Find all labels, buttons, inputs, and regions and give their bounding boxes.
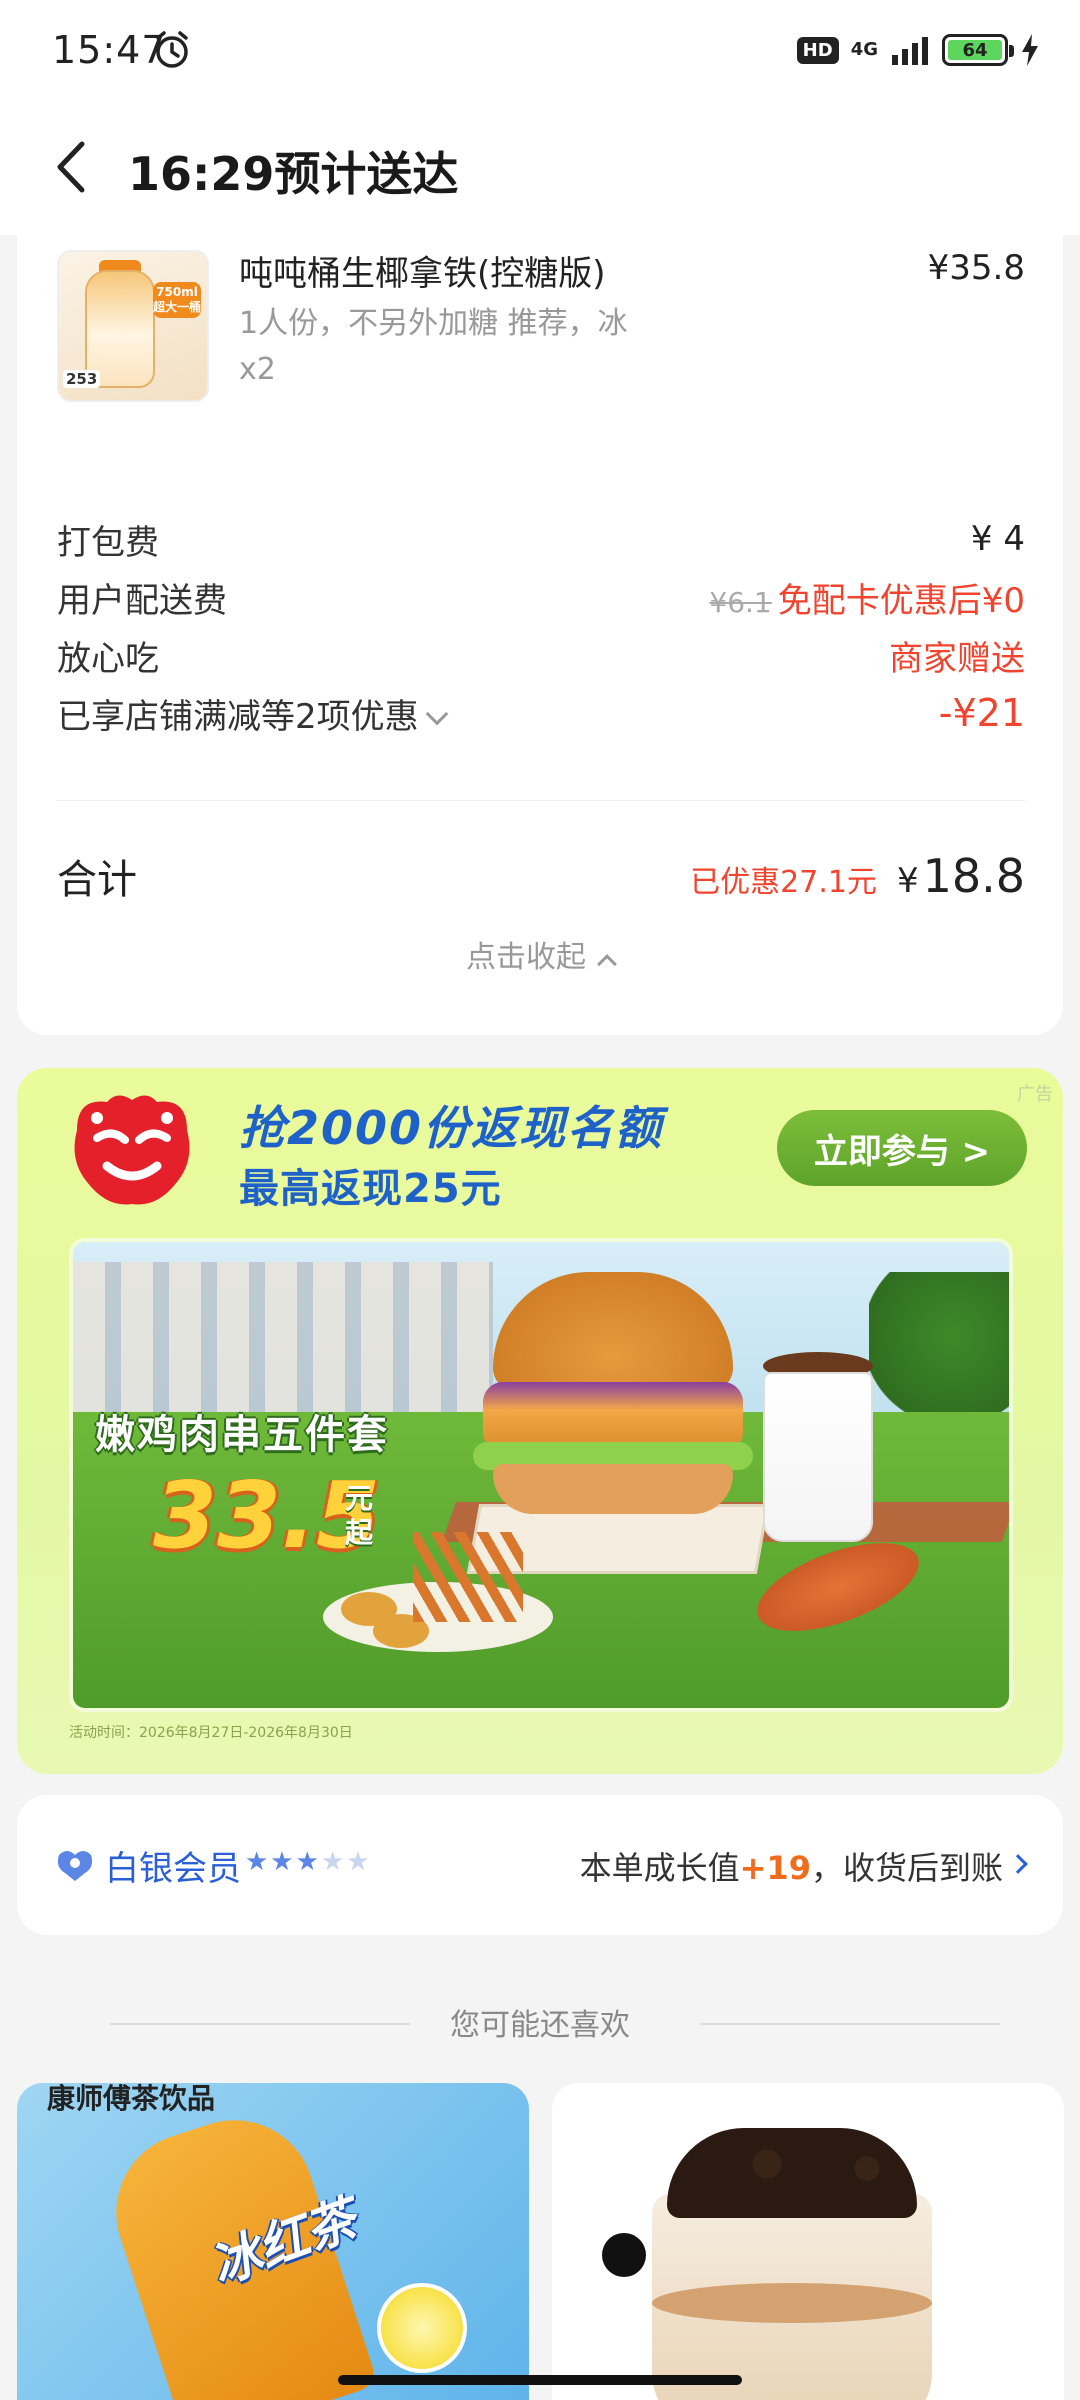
total-saved: 已优惠27.1元 [690, 865, 877, 900]
page-header: 16:29预计送达 [0, 100, 1080, 235]
network-label: 4G [850, 39, 878, 60]
member-stars: ★★★★★ [245, 1847, 372, 1877]
signal-icon [892, 37, 928, 65]
chevron-right-icon [1008, 1854, 1028, 1874]
total-row: 合计 已优惠27.1元 ¥18.8 [57, 844, 1025, 908]
delivery-fee-label: 用户配送费 [57, 580, 227, 621]
safe-eat-label: 放心吃 [57, 638, 159, 679]
delivery-fee-row: 用户配送费 ¥6.1 免配卡优惠后¥0 [57, 572, 1025, 622]
ad-food-name: 嫩鸡肉串五件套 [95, 1412, 389, 1458]
page-title: 16:29预计送达 [128, 147, 459, 201]
ad-food-image[interactable]: 嫩鸡肉串五件套 33.5 元 起 [69, 1238, 1013, 1712]
ad-price-unit: 元 起 [345, 1482, 374, 1549]
product-quantity: x2 [239, 352, 276, 387]
ad-headline: 抢2000份返现名额 [239, 1101, 664, 1155]
product-name: 吨吨桶生椰拿铁(控糖版) [239, 254, 606, 294]
member-level: 白银会员 [105, 1849, 241, 1889]
total-amount: 18.8 [922, 849, 1025, 903]
growth-value-text: 本单成长值+19，收货后到账 [579, 1849, 1003, 1887]
packaging-fee-label: 打包费 [57, 522, 159, 563]
total-currency: ¥ [896, 861, 919, 901]
back-arrow-icon[interactable] [54, 140, 90, 194]
join-now-button[interactable]: 立即参与 > [777, 1110, 1027, 1186]
divider-right [700, 2023, 1000, 2025]
brand-logo-icon [74, 1095, 190, 1205]
home-indicator[interactable] [338, 2375, 742, 2385]
safe-eat-row: 放心吃 商家赠送 [57, 630, 1025, 680]
ad-banner[interactable]: 广告 抢2000份返现名额 最高返现25元 立即参与 > 嫩鸡肉串五件套 33.… [17, 1068, 1063, 1774]
collapse-button[interactable]: 点击收起 [17, 932, 1063, 976]
growth-value: +19 [739, 1849, 811, 1887]
battery-level: 64 [948, 40, 1002, 61]
status-bar: 15:47 HD 4G 64 [0, 0, 1080, 100]
total-label: 合计 [57, 857, 137, 903]
member-growth-card[interactable]: 白银会员 ★★★★★ 本单成长值+19，收货后到账 [17, 1795, 1063, 1935]
ad-tag: 广告 [1017, 1084, 1053, 1105]
recommend-card-iced-tea[interactable]: 康师傅茶饮品 冰红茶 [17, 2083, 529, 2400]
discounts-value: -¥21 [938, 691, 1025, 735]
chevron-down-icon [425, 702, 448, 725]
charging-icon [1022, 34, 1038, 66]
product-image-number: 253 [63, 370, 101, 388]
packaging-fee-row: 打包费 ¥ 4 [57, 514, 1025, 564]
recommend-card-boba[interactable] [552, 2083, 1064, 2400]
order-details-card: 750ml 超大一桶 253 吨吨桶生椰拿铁(控糖版) 1人份，不另外加糖 推荐… [17, 232, 1063, 1035]
battery-icon: 64 [942, 34, 1014, 66]
rec-card-brand: 康师傅茶饮品 [47, 2083, 216, 2115]
delivery-fee-original: ¥6.1 [709, 585, 772, 619]
safe-eat-value: 商家赠送 [889, 638, 1025, 679]
discounts-label: 已享店铺满减等2项优惠 [57, 696, 419, 737]
ad-fineprint: 活动时间：2026年8月27日-2026年8月30日 [69, 1725, 353, 1741]
alarm-icon [156, 31, 188, 68]
discounts-row[interactable]: 已享店铺满减等2项优惠 -¥21 [57, 688, 1025, 738]
packaging-fee-value: ¥ 4 [970, 519, 1025, 559]
member-badge-icon [57, 1851, 93, 1881]
status-icons: HD 4G 64 [796, 30, 1040, 70]
ad-subline: 最高返现25元 [239, 1166, 502, 1212]
product-spec: 1人份，不另外加糖 推荐，冰 [239, 306, 628, 341]
hd-badge: HD [796, 36, 839, 64]
delivery-fee-value: 免配卡优惠后¥0 [777, 580, 1025, 621]
product-image-tag: 750ml 超大一桶 [153, 282, 201, 318]
status-time: 15:47 [52, 28, 167, 72]
product-image[interactable]: 750ml 超大一桶 253 [57, 250, 209, 402]
chevron-up-icon [597, 954, 617, 974]
product-price: ¥35.8 [927, 248, 1025, 288]
collapse-label: 点击收起 [466, 940, 586, 975]
recommend-title: 您可能还喜欢 [450, 2008, 630, 2043]
divider [57, 800, 1025, 801]
